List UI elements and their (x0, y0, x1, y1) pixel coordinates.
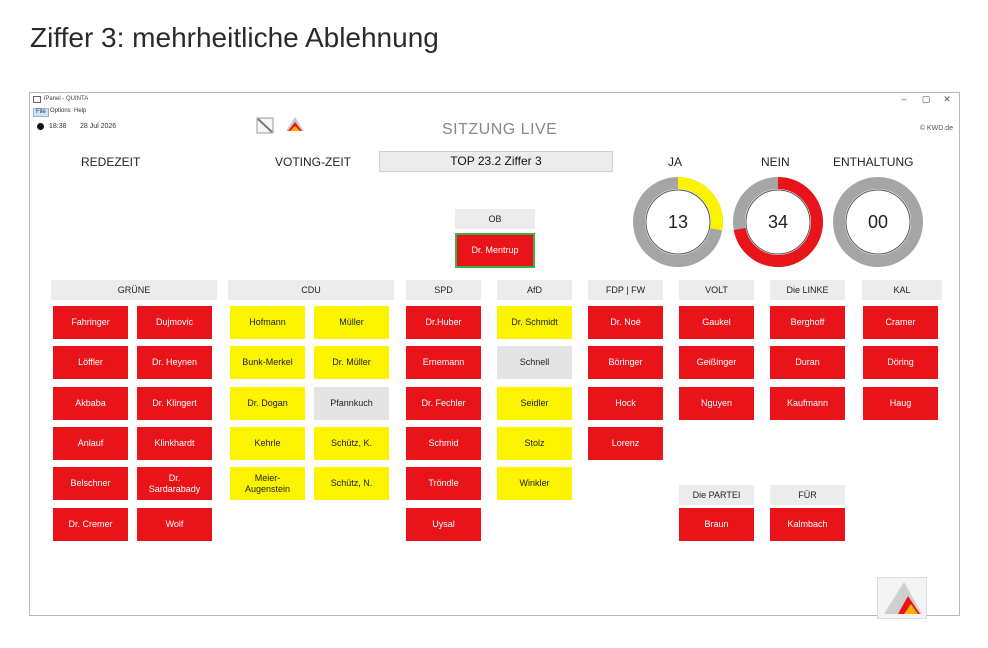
menu-bar: File Options Help (30, 107, 959, 117)
member-tile-kaufmann[interactable]: Kaufmann (770, 387, 845, 420)
member-tile-dogan[interactable]: Dr. Dogan (230, 387, 305, 420)
votingzeit-label: VOTING-ZEIT (275, 155, 351, 169)
ob-member-tile[interactable]: Dr. Mentrup (455, 233, 535, 268)
member-tile-nguyen[interactable]: Nguyen (679, 387, 754, 420)
member-tile-berghoff[interactable]: Berghoff (770, 306, 845, 339)
member-tile-schuetz-k[interactable]: Schütz, K. (314, 427, 389, 460)
member-tile-braun[interactable]: Braun (679, 508, 754, 541)
member-tile-sardarabady[interactable]: Dr. Sardarabady (137, 467, 212, 500)
karlsruhe-logo-icon (286, 117, 304, 131)
nein-gauge: 34 (731, 175, 825, 269)
member-tile-huber[interactable]: Dr.Huber (406, 306, 481, 339)
member-tile-uysal[interactable]: Uysal (406, 508, 481, 541)
member-tile-dr-mueller[interactable]: Dr. Müller (314, 346, 389, 379)
group-header-fuer: FÜR (770, 485, 845, 505)
member-tile-stolz[interactable]: Stolz (497, 427, 572, 460)
window-title: iPanel - QUINTA (44, 96, 89, 102)
member-tile-lorenz[interactable]: Lorenz (588, 427, 663, 460)
group-header-linke: Die LINKE (770, 280, 845, 300)
title-bar: iPanel - QUINTA – ▢ ✕ (30, 93, 959, 107)
page-heading: Ziffer 3: mehrheitliche Ablehnung (30, 22, 439, 53)
member-tile-noe[interactable]: Dr. Noé (588, 306, 663, 339)
clock-icon (37, 123, 44, 130)
karlsruhe-crest-icon (256, 117, 274, 134)
menu-options[interactable]: Options (50, 108, 71, 114)
member-tile-heynen[interactable]: Dr. Heynen (137, 346, 212, 379)
ob-header: OB (455, 209, 535, 229)
member-tile-schmid[interactable]: Schmid (406, 427, 481, 460)
group-header-cdu: CDU (228, 280, 394, 300)
member-tile-mueller[interactable]: Müller (314, 306, 389, 339)
ja-gauge: 13 (631, 175, 725, 269)
enthaltung-label: ENTHALTUNG (833, 155, 914, 169)
member-tile-klinkhardt[interactable]: Klinkhardt (137, 427, 212, 460)
member-tile-hofmann[interactable]: Hofmann (230, 306, 305, 339)
menu-file[interactable]: File (33, 108, 49, 117)
member-tile-gaukel[interactable]: Gaukel (679, 306, 754, 339)
agenda-item-box: TOP 23.2 Ziffer 3 (379, 151, 613, 172)
member-tile-wolf[interactable]: Wolf (137, 508, 212, 541)
member-tile-boeringer[interactable]: Böringer (588, 346, 663, 379)
member-tile-troendle[interactable]: Tröndle (406, 467, 481, 500)
group-header-gruene: GRÜNE (51, 280, 217, 300)
member-tile-duran[interactable]: Duran (770, 346, 845, 379)
member-tile-pfannkuch[interactable]: Pfannkuch (314, 387, 389, 420)
member-tile-schuetz-n[interactable]: Schütz, N. (314, 467, 389, 500)
member-tile-meier-augenstein[interactable]: Meier-Augenstein (230, 467, 305, 500)
nein-count: 34 (767, 212, 789, 232)
member-tile-anlauf[interactable]: Anlauf (53, 427, 128, 460)
ja-label: JA (668, 155, 683, 169)
member-tile-kehrle[interactable]: Kehrle (230, 427, 305, 460)
member-tile-geissinger[interactable]: Geißinger (679, 346, 754, 379)
current-date: 28 Jul 2026 (80, 123, 117, 130)
member-tile-fechler[interactable]: Dr. Fechler (406, 387, 481, 420)
clock-time: 18:38 (49, 123, 67, 130)
enthaltung-count: 00 (867, 212, 889, 232)
menu-help[interactable]: Help (74, 108, 86, 114)
ja-count: 13 (667, 212, 689, 232)
group-header-kal: KAL (862, 280, 942, 300)
member-tile-kalmbach[interactable]: Kalmbach (770, 508, 845, 541)
member-tile-loeffler[interactable]: Löffler (53, 346, 128, 379)
kwd-logo-icon (877, 577, 927, 619)
member-tile-schnell[interactable]: Schnell (497, 346, 572, 379)
member-tile-fahringer[interactable]: Fahringer (53, 306, 128, 339)
group-header-fdp: FDP | FW (588, 280, 663, 300)
group-header-afd: AfD (497, 280, 572, 300)
voting-app-window: iPanel - QUINTA – ▢ ✕ File Options Help … (29, 92, 960, 619)
member-tile-dujmovic[interactable]: Dujmovic (137, 306, 212, 339)
member-tile-haug[interactable]: Haug (863, 387, 938, 420)
member-tile-doering[interactable]: Döring (863, 346, 938, 379)
member-tile-hock[interactable]: Hock (588, 387, 663, 420)
maximize-button[interactable]: ▢ (916, 94, 936, 105)
group-header-partei: Die PARTEI (679, 485, 754, 505)
live-title: SITZUNG LIVE (442, 121, 558, 138)
member-tile-ernemann[interactable]: Ernemann (406, 346, 481, 379)
close-button[interactable]: ✕ (937, 94, 957, 105)
member-tile-akbaba[interactable]: Akbaba (53, 387, 128, 420)
member-tile-belschner[interactable]: Belschner (53, 467, 128, 500)
app-icon (33, 96, 41, 103)
member-tile-seidler[interactable]: Seidler (497, 387, 572, 420)
copyright-text: © KWD.de (919, 125, 953, 132)
enthaltung-gauge: 00 (831, 175, 925, 269)
member-tile-winkler[interactable]: Winkler (497, 467, 572, 500)
member-tile-bunk-merkel[interactable]: Bunk-Merkel (230, 346, 305, 379)
member-tile-cramer[interactable]: Cramer (863, 306, 938, 339)
member-tile-cremer[interactable]: Dr. Cremer (53, 508, 128, 541)
member-tile-schmidt[interactable]: Dr. Schmidt (497, 306, 572, 339)
minimize-button[interactable]: – (894, 94, 914, 104)
redezeit-label: REDEZEIT (81, 155, 141, 169)
group-header-spd: SPD (406, 280, 481, 300)
nein-label: NEIN (761, 155, 790, 169)
group-header-volt: VOLT (679, 280, 754, 300)
member-tile-klingert[interactable]: Dr. Klingert (137, 387, 212, 420)
